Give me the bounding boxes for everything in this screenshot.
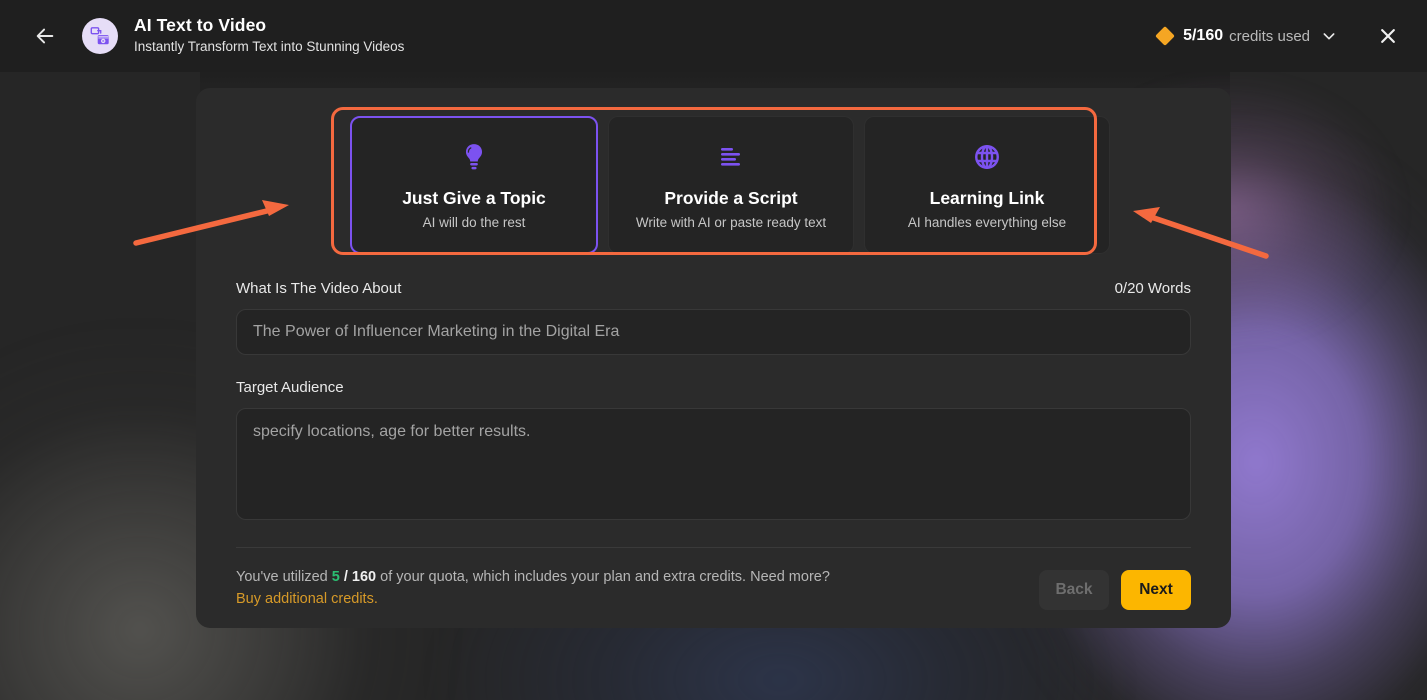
wizard-form: What Is The Video About 0/20 Words Targe… xyxy=(218,280,1209,525)
option-title: Just Give a Topic xyxy=(402,188,546,208)
credits-dropdown[interactable]: 5/160 credits used xyxy=(1150,21,1345,51)
option-card-just-give-a-topic[interactable]: Just Give a Topic AI will do the rest xyxy=(350,116,598,254)
app-icon xyxy=(82,18,118,54)
video-about-input[interactable] xyxy=(236,309,1191,355)
buy-credits-link[interactable]: Buy additional credits. xyxy=(236,588,830,610)
diamond-icon xyxy=(1155,26,1175,46)
arrow-left-icon xyxy=(36,28,54,44)
quota-text: You've utilized 5 / 160 of your quota, w… xyxy=(236,566,830,611)
quota-total: 160 xyxy=(351,569,377,585)
option-title: Provide a Script xyxy=(664,188,798,208)
quota-suffix: of your quota, which includes your plan … xyxy=(376,569,830,585)
credits-label: credits used xyxy=(1229,27,1310,45)
target-audience-label: Target Audience xyxy=(236,379,344,396)
app-root: AI Text to Video Instantly Transform Tex… xyxy=(0,0,1427,700)
chevron-down-icon xyxy=(1321,28,1337,44)
mode-options-row: Just Give a Topic AI will do the rest Pr… xyxy=(350,116,1110,254)
close-button[interactable] xyxy=(1371,19,1405,53)
option-subtitle: AI handles everything else xyxy=(907,215,1067,230)
video-about-label: What Is The Video About xyxy=(236,280,402,297)
app-title-block: AI Text to Video Instantly Transform Tex… xyxy=(134,15,404,56)
quota-separator: / xyxy=(339,569,352,585)
script-lines-icon xyxy=(717,140,745,174)
globe-icon xyxy=(973,140,1001,174)
app-header: AI Text to Video Instantly Transform Tex… xyxy=(0,0,1427,72)
back-button[interactable] xyxy=(26,17,64,55)
header-right-actions: 5/160 credits used xyxy=(1150,19,1405,53)
option-card-provide-a-script[interactable]: Provide a Script Write with AI or paste … xyxy=(608,116,854,254)
credits-value: 5/160 xyxy=(1183,27,1224,44)
close-icon xyxy=(1381,29,1395,43)
page-subtitle: Instantly Transform Text into Stunning V… xyxy=(134,39,405,55)
option-card-learning-link[interactable]: Learning Link AI handles everything else xyxy=(864,116,1110,254)
lightbulb-icon xyxy=(461,140,487,174)
word-counter: 0/20 Words xyxy=(1114,280,1191,297)
option-title: Learning Link xyxy=(929,188,1045,208)
back-button-footer[interactable]: Back xyxy=(1039,570,1109,610)
panel-footer: You've utilized 5 / 160 of your quota, w… xyxy=(218,548,1209,611)
next-button[interactable]: Next xyxy=(1121,570,1191,610)
footer-buttons: Back Next xyxy=(1039,566,1191,610)
target-audience-input[interactable] xyxy=(236,408,1191,520)
quota-prefix: You've utilized xyxy=(236,569,332,585)
text-to-video-icon xyxy=(90,27,109,45)
wizard-panel: Just Give a Topic AI will do the rest Pr… xyxy=(196,88,1231,628)
page-title: AI Text to Video xyxy=(134,15,267,36)
option-subtitle: Write with AI or paste ready text xyxy=(635,215,827,230)
option-subtitle: AI will do the rest xyxy=(422,215,526,230)
video-about-label-row: What Is The Video About 0/20 Words xyxy=(236,280,1191,297)
quota-used: 5 xyxy=(331,569,340,585)
